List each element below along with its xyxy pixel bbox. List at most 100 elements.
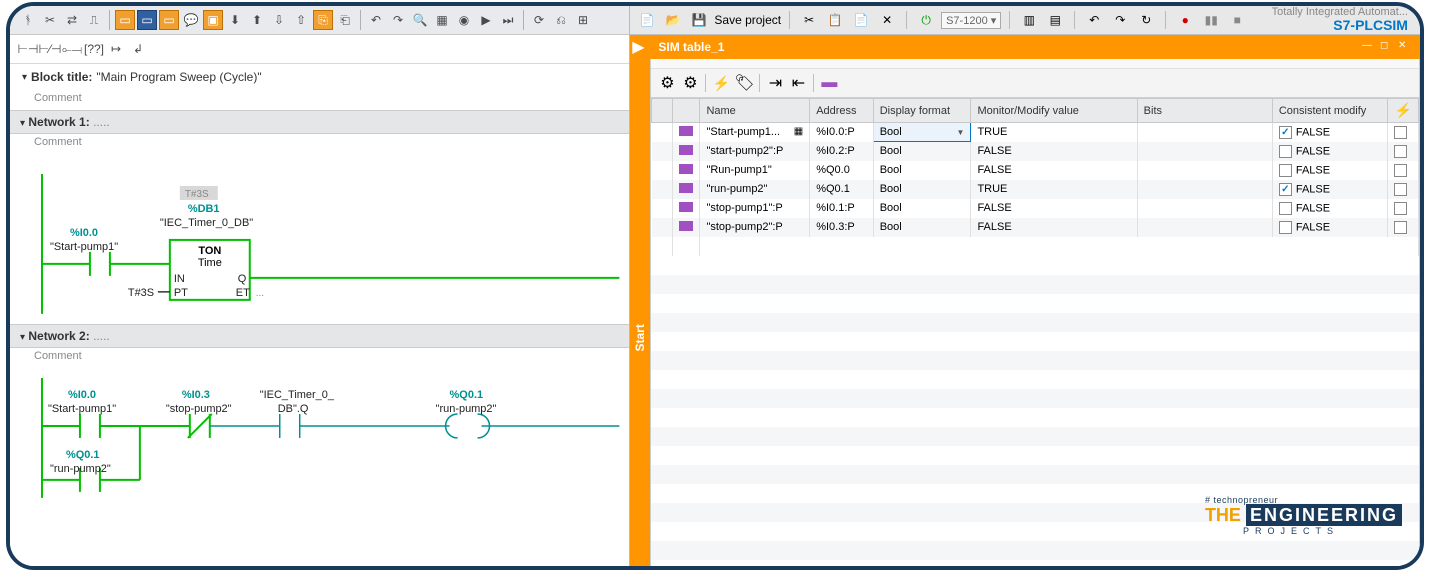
trigger-checkbox[interactable] (1394, 221, 1407, 234)
col-Name[interactable]: Name (700, 99, 810, 123)
tb-ul2-icon[interactable]: ⇧ (291, 10, 311, 30)
sim-tags-icon[interactable]: 🏷 (734, 73, 754, 93)
sim-table[interactable]: NameAddressDisplay formatMonitor/Modify … (651, 98, 1419, 256)
block-comment-label[interactable]: Comment (10, 90, 629, 110)
tb-block1-icon[interactable]: ▭ (115, 10, 135, 30)
redo3-icon[interactable]: ↻ (1135, 9, 1157, 31)
network2-comment[interactable]: Comment (10, 348, 629, 368)
tb-step-icon[interactable]: ⏭ (498, 10, 518, 30)
tb-search-icon[interactable]: 🔍 (410, 10, 430, 30)
delete-icon[interactable]: ✕ (876, 9, 898, 31)
tb-sel-icon[interactable]: ▦ (432, 10, 452, 30)
network2-ladder[interactable]: %I0.0 "Start-pump1" %Q0.1 "run-pump2" %I… (10, 368, 629, 508)
redo2-icon[interactable]: ↷ (1109, 9, 1131, 31)
consistent-checkbox[interactable]: ✓ (1279, 183, 1292, 196)
col-Monitor/Modify value[interactable]: Monitor/Modify value (971, 99, 1137, 123)
col-Consistent modify[interactable]: Consistent modify (1272, 99, 1388, 123)
window-max-icon[interactable]: ◻ (1380, 40, 1394, 54)
sim-gear1-icon[interactable]: ⚙ (657, 73, 677, 93)
elem-closed-contact-icon[interactable]: ⊢⁄⊣ (40, 39, 60, 59)
sim-gear2-icon[interactable]: ⚙ (680, 73, 700, 93)
network2-collapse-icon[interactable]: ▾ (20, 332, 25, 343)
table-row[interactable]: "Run-pump1"%Q0.0BoolFALSEFALSE (652, 161, 1419, 180)
consistent-checkbox[interactable] (1279, 164, 1292, 177)
tb-upload-icon[interactable]: ⬆ (247, 10, 267, 30)
paste-icon[interactable]: 📄 (850, 9, 872, 31)
elem-branch-icon[interactable]: ↲ (128, 39, 148, 59)
network1-collapse-icon[interactable]: ▾ (20, 118, 25, 129)
tb-link-icon[interactable]: ⇄ (62, 10, 82, 30)
sim-bolt-icon[interactable]: ⚡ (711, 73, 731, 93)
pause-icon[interactable]: ▮▮ (1200, 9, 1222, 31)
tb-expand-icon[interactable]: ⎘ (313, 10, 333, 30)
tab-expand-icon[interactable]: ▶ (630, 37, 646, 57)
col-Display format[interactable]: Display format (873, 99, 971, 123)
elem-coil-icon[interactable]: ⟜⟞ (62, 39, 82, 59)
elem-box-icon[interactable]: [??] (84, 39, 104, 59)
elem-open-contact-icon[interactable]: ⊢⊣ (18, 39, 38, 59)
consistent-checkbox[interactable] (1279, 145, 1292, 158)
side-tab-start[interactable]: Start (630, 59, 650, 570)
undo2-icon[interactable]: ↶ (1083, 9, 1105, 31)
trigger-checkbox[interactable] (1394, 202, 1407, 215)
tb-comment-icon[interactable]: 💬 (181, 10, 201, 30)
monitor-icon[interactable]: ▥ (1018, 9, 1040, 31)
save-project-label[interactable]: Save project (714, 13, 781, 27)
table-row[interactable]: "stop-pump1":P%I0.1:PBoolFALSEFALSE (652, 199, 1419, 218)
tb-play-icon[interactable]: ▶ (476, 10, 496, 30)
window-close-icon[interactable]: ✕ (1398, 40, 1412, 54)
consistent-checkbox[interactable]: ✓ (1279, 126, 1292, 139)
col-icon8[interactable]: ⚡ (1388, 99, 1419, 123)
power-icon[interactable]: ⏻ (915, 9, 937, 31)
table-row[interactable]: "stop-pump2":P%I0.3:PBoolFALSEFALSE (652, 218, 1419, 237)
col-Bits[interactable]: Bits (1137, 99, 1272, 123)
consistent-checkbox[interactable] (1279, 202, 1292, 215)
tb-redo-icon[interactable]: ↷ (388, 10, 408, 30)
tb-go-icon[interactable]: ⟳ (529, 10, 549, 30)
tb-expand2-icon[interactable]: ⎗ (335, 10, 355, 30)
sim-export-icon[interactable]: ⇥ (765, 73, 785, 93)
copy-icon[interactable]: 📋 (824, 9, 846, 31)
device-select[interactable]: S7-1200 ▾ (941, 12, 1001, 29)
window-min-icon[interactable]: — (1362, 40, 1376, 54)
tb-block2-icon[interactable]: ▭ (137, 10, 157, 30)
block-collapse-icon[interactable]: ▾ (22, 72, 27, 83)
stop-icon[interactable]: ■ (1226, 9, 1248, 31)
tb-cut-icon[interactable]: ✂ (40, 10, 60, 30)
network1-ladder[interactable]: %I0.0 "Start-pump1" T#3S %DB1 "IEC_Timer… (10, 154, 629, 324)
cut-icon[interactable]: ✂ (798, 9, 820, 31)
tb-sim-icon[interactable]: ⊞ (573, 10, 593, 30)
sim-chip-icon[interactable]: ▬ (819, 73, 839, 93)
open-project-icon[interactable]: 📂 (662, 9, 684, 31)
tb-undo-icon[interactable]: ↶ (366, 10, 386, 30)
tb-rec-icon[interactable]: ◉ (454, 10, 474, 30)
elem-jump-icon[interactable]: ↦ (106, 39, 126, 59)
tb-net-icon[interactable]: ⎌ (551, 10, 571, 30)
trigger-checkbox[interactable] (1394, 183, 1407, 196)
trigger-checkbox[interactable] (1394, 145, 1407, 158)
network1-comment[interactable]: Comment (10, 134, 629, 154)
tb-block3-icon[interactable]: ▭ (159, 10, 179, 30)
col-icon1[interactable] (673, 99, 700, 123)
new-project-icon[interactable]: 📄 (636, 9, 658, 31)
trigger-checkbox[interactable] (1394, 126, 1407, 139)
layout-icon[interactable]: ▤ (1044, 9, 1066, 31)
network1-header[interactable]: ▾ Network 1: ..... (10, 110, 629, 134)
tb-sub-icon[interactable]: ⎍ (84, 10, 104, 30)
table-row[interactable]: "Start-pump1... ▦%I0.0:PBool▼TRUE✓FALSE (652, 123, 1419, 142)
col-Address[interactable]: Address (810, 99, 874, 123)
sim-tab[interactable]: SIM table_1 (646, 35, 736, 59)
col-icon0[interactable] (652, 99, 673, 123)
tb-download-icon[interactable]: ⬇ (225, 10, 245, 30)
table-add-row[interactable] (652, 237, 1419, 256)
consistent-checkbox[interactable] (1279, 221, 1292, 234)
save-icon[interactable]: 💾 (688, 9, 710, 31)
tb-fold-icon[interactable]: ▣ (203, 10, 223, 30)
table-row[interactable]: "start-pump2":P%I0.2:PBoolFALSEFALSE (652, 142, 1419, 161)
record-icon[interactable]: ● (1174, 9, 1196, 31)
sim-import-icon[interactable]: ⇤ (788, 73, 808, 93)
tb-contact-icon[interactable]: ᚬ (18, 10, 38, 30)
trigger-checkbox[interactable] (1394, 164, 1407, 177)
table-row[interactable]: "run-pump2"%Q0.1BoolTRUE✓FALSE (652, 180, 1419, 199)
network2-header[interactable]: ▾ Network 2: ..... (10, 324, 629, 348)
